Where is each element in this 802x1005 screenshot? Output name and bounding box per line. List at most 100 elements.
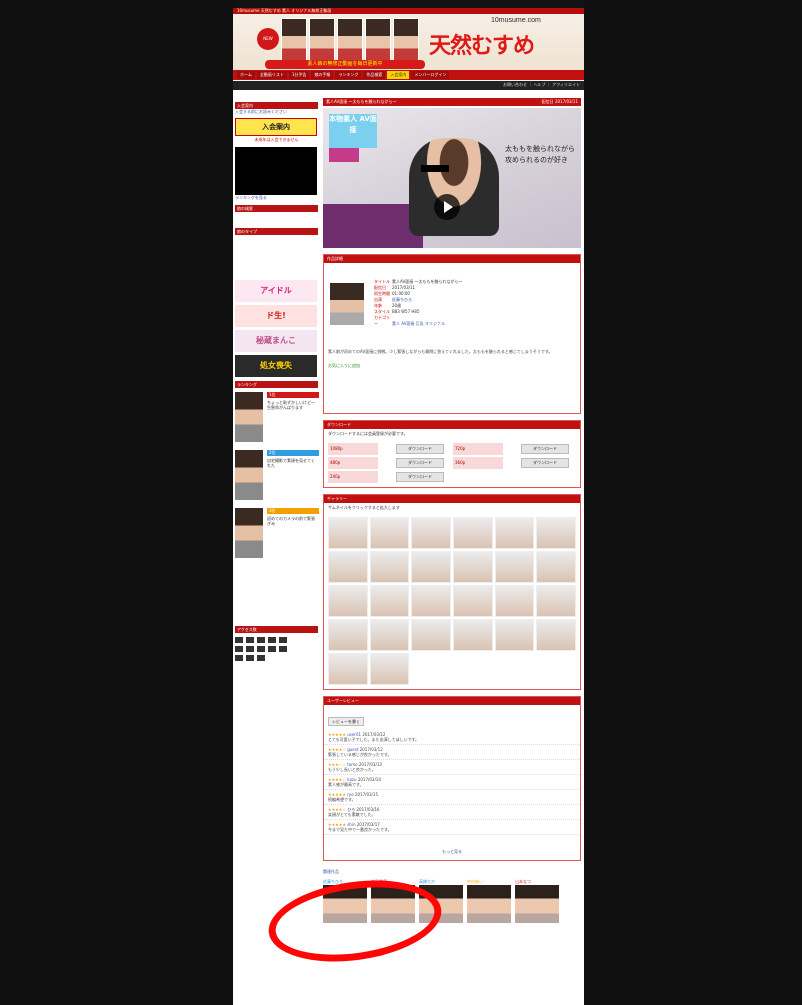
sidebar-ranking-link[interactable]: ランキングを見る xyxy=(235,195,318,201)
play-icon[interactable] xyxy=(434,194,460,220)
video-scene-model xyxy=(409,138,499,236)
gallery-thumbnail[interactable] xyxy=(453,517,493,549)
download-button[interactable]: ダウンロード xyxy=(396,444,444,454)
web-page: 10musume 天然むすめ 素人 オリジナル無修正動画 NEW 10musum… xyxy=(233,8,584,1005)
gallery-thumbnail[interactable] xyxy=(494,619,535,651)
sidebar-video-ad[interactable] xyxy=(235,147,317,195)
sidebar-rank-title: ランキング xyxy=(235,381,318,388)
utility-links[interactable]: お問い合わせ ｜ ヘルプ ｜ アフィリエイト xyxy=(503,82,580,88)
gallery-thumbnail[interactable] xyxy=(453,585,493,617)
review-text: 緊張している感じが良かったです。 xyxy=(328,752,392,757)
gallery-thumbnail[interactable] xyxy=(328,619,368,651)
sidebar-genre-links[interactable] xyxy=(235,235,318,277)
ranking-number: 2位 xyxy=(267,450,319,456)
sidebar-search-area[interactable] xyxy=(235,212,318,224)
sidebar-banner-shojo[interactable]: 処女喪失 xyxy=(235,355,317,377)
gallery-thumbnail[interactable] xyxy=(494,551,535,583)
sidebar-number-grid[interactable] xyxy=(235,637,318,661)
ranking-thumbnail[interactable] xyxy=(235,508,263,558)
gallery-thumbnail[interactable] xyxy=(411,619,451,651)
nav-item-all-movies[interactable]: 全動画リスト xyxy=(256,71,287,79)
download-button[interactable]: ダウンロード xyxy=(521,444,569,454)
related-item[interactable]: 中村あい xyxy=(467,879,511,923)
nav-item-preview[interactable]: 1分予告 xyxy=(288,71,310,79)
download-button[interactable]: ダウンロード xyxy=(396,472,444,482)
ranking-text[interactable]: ちょっと恥ずかしいけど一生懸命がんばります xyxy=(267,400,317,410)
download-row: 480p ダウンロード xyxy=(328,457,451,469)
review-text: 続編希望です。 xyxy=(328,797,356,802)
video-player[interactable]: 本物素人 AV面接 太ももを触られながら 攻められるのが好き xyxy=(323,108,581,248)
gallery-thumbnail[interactable] xyxy=(369,585,410,617)
left-sidebar: 入会案内 入会する前にお読みください 入会案内 未成年は入会できません ランキン… xyxy=(235,98,319,661)
join-subtext: 未成年は入会できません xyxy=(254,137,299,142)
ranking-item[interactable]: 1位 ちょっと恥ずかしいけど一生懸命がんばります xyxy=(235,390,319,446)
review-text: もう少し長いと良かった。 xyxy=(328,767,376,772)
model-thumbnail[interactable] xyxy=(330,283,364,325)
gallery-thumbnail[interactable] xyxy=(411,517,451,549)
nav-item-home[interactable]: ホーム xyxy=(237,71,255,79)
gallery-thumbnail[interactable] xyxy=(536,585,576,617)
download-button[interactable]: ダウンロード xyxy=(521,458,569,468)
gallery-thumbnail[interactable] xyxy=(328,517,368,549)
sidebar-member-title: 入会案内 xyxy=(235,102,318,109)
logo-url[interactable]: 10musume.com xyxy=(491,17,541,24)
gallery-thumbnail[interactable] xyxy=(536,551,576,583)
download-row: 1080p ダウンロード xyxy=(328,443,451,455)
release-date: 配信日 2017/03/11 xyxy=(541,99,578,104)
site-logo[interactable]: 天然むすめ xyxy=(429,28,535,60)
nav-item-member-login[interactable]: メンバーログイン xyxy=(411,71,450,79)
movie-title-bar: 素人AV面接 ～太ももを触られながら～ 配信日 2017/03/11 xyxy=(323,98,581,106)
ranking-text[interactable]: 自宅撮影で素顔を見せてくれた xyxy=(267,458,317,468)
ranking-text[interactable]: 初めてのカメラの前で緊張ぎみ xyxy=(267,516,317,526)
download-button[interactable]: ダウンロード xyxy=(396,458,444,468)
gallery-thumbnail[interactable] xyxy=(411,551,451,583)
gallery-thumbnail[interactable] xyxy=(494,585,535,617)
related-thumbnail[interactable] xyxy=(467,885,511,923)
sidebar-banner-hizou[interactable]: 秘蔵まんこ xyxy=(235,330,317,352)
gallery-thumbnail[interactable] xyxy=(369,551,410,583)
gallery-thumbnail[interactable] xyxy=(453,551,493,583)
review-item: ★★★★☆ guest 2017/03/12 緊張している感じが良かったです。 xyxy=(324,745,580,760)
review-text: 今まで見た中で一番良かったです。 xyxy=(328,827,392,832)
gallery-thumbnail[interactable] xyxy=(369,653,410,685)
gallery-thumbnail[interactable] xyxy=(328,653,368,685)
sidebar-member-link[interactable]: 入会する前にお読みください xyxy=(235,109,318,115)
nav-item-join[interactable]: 入会案内 xyxy=(387,71,410,79)
more-reviews-link[interactable]: もっと見る xyxy=(442,849,462,854)
info-section: 作品詳細 タイトル 素人AV面接 ～太ももを触られながら～ 配信日 2017/03/… xyxy=(323,254,581,414)
ranking-thumbnail[interactable] xyxy=(235,450,263,500)
related-item[interactable]: 山本なつ xyxy=(515,879,559,923)
sidebar-genre-title: 娘のタイプ xyxy=(235,228,318,235)
gallery-thumbnail[interactable] xyxy=(536,517,576,549)
main-nav: ホーム 全動画リスト 1分予告 娘の手帳 ランキング 作品検索 入会案内 メンバ… xyxy=(233,70,584,80)
favorite-link[interactable]: お気に入りに追加 xyxy=(328,363,576,369)
nav-item-notebook[interactable]: 娘の手帳 xyxy=(311,71,334,79)
gallery-thumbnail[interactable] xyxy=(536,619,576,651)
video-scene-bed xyxy=(323,204,423,248)
sidebar-banner-idol[interactable]: アイドル xyxy=(235,280,317,302)
join-button[interactable]: 入会案内 xyxy=(235,118,317,136)
gallery-thumbnail[interactable] xyxy=(328,585,368,617)
related-thumbnail[interactable] xyxy=(515,885,559,923)
review-list: ★★★★★ user01 2017/03/12 とても可愛い子でした。また出演して… xyxy=(324,730,580,835)
download-row: 720p ダウンロード xyxy=(453,443,576,455)
nav-item-search[interactable]: 作品検索 xyxy=(363,71,386,79)
review-text: 笑顔がとても素敵でした。 xyxy=(328,812,376,817)
gallery-thumbnail[interactable] xyxy=(369,619,410,651)
gallery-thumbnail[interactable] xyxy=(411,585,451,617)
nav-item-ranking[interactable]: ランキング xyxy=(335,71,362,79)
main-content: 素人AV面接 ～太ももを触られながら～ 配信日 2017/03/11 本物素人 … xyxy=(323,98,581,923)
ranking-thumbnail[interactable] xyxy=(235,392,263,442)
gallery-thumbnail[interactable] xyxy=(494,517,535,549)
video-sign: 本物素人 AV面接 xyxy=(329,114,377,148)
header-model-image xyxy=(337,18,363,62)
gallery-thumbnail[interactable] xyxy=(369,517,410,549)
site-header: 10musume 天然むすめ 素人 オリジナル無修正動画 NEW 10musum… xyxy=(233,8,584,78)
ranking-item[interactable]: 2位 自宅撮影で素顔を見せてくれた xyxy=(235,448,319,504)
ranking-item[interactable]: 3位 初めてのカメラの前で緊張ぎみ xyxy=(235,506,319,562)
sidebar-banner-nama[interactable]: ド生! xyxy=(235,305,317,327)
gallery-thumbnail[interactable] xyxy=(328,551,368,583)
write-review-button[interactable]: レビューを書く xyxy=(328,717,364,726)
gallery-thumbnail[interactable] xyxy=(453,619,493,651)
video-sign-logo xyxy=(329,148,359,162)
